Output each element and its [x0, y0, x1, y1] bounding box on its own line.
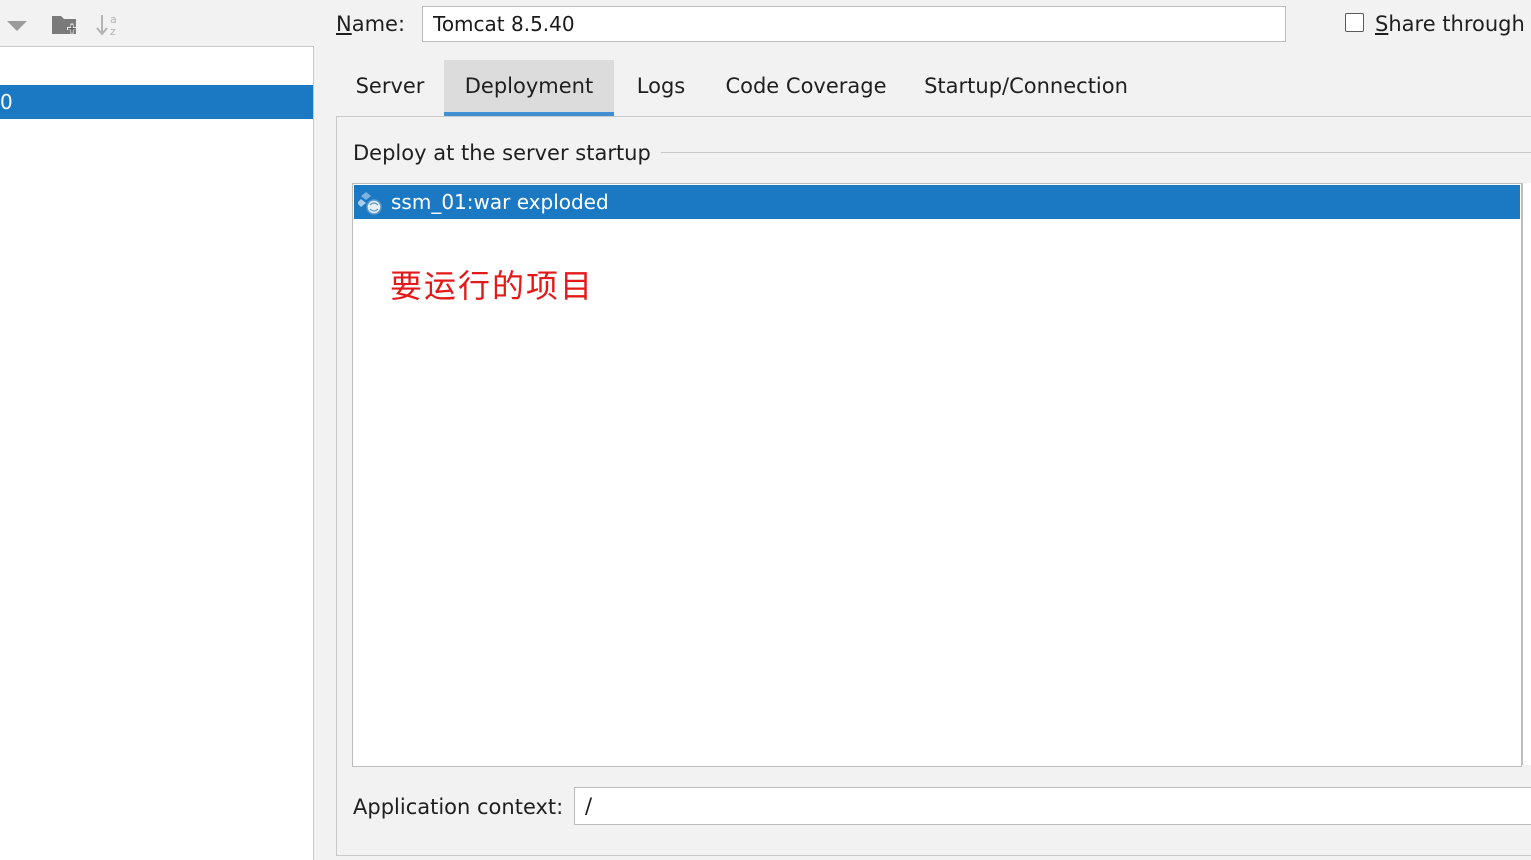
section-title: Deploy at the server startup [353, 139, 661, 167]
tree-item-label: 0 [0, 90, 13, 114]
tab-code-coverage[interactable]: Code Coverage [708, 60, 904, 116]
chevron-down-icon[interactable] [4, 10, 30, 38]
share-checkbox[interactable] [1345, 13, 1364, 32]
artifact-icon [358, 192, 382, 215]
share-label[interactable]: Share through V [1375, 10, 1531, 38]
deployment-panel: Deploy at the server startup ssm_01:war … [336, 116, 1531, 856]
list-item[interactable]: ssm_01:war exploded [354, 185, 1520, 219]
app-context-label: Application context: [353, 795, 564, 819]
tab-logs[interactable]: Logs [614, 60, 708, 116]
svg-text:z: z [110, 25, 116, 38]
name-input[interactable] [422, 6, 1286, 42]
folder-plus-icon[interactable] [50, 10, 80, 38]
section-divider [647, 152, 1531, 153]
list-side-toolbar [1522, 183, 1531, 765]
app-context-input[interactable] [574, 787, 1531, 825]
tree-item-selected[interactable]: 0 [0, 85, 313, 119]
tab-startup-connection[interactable]: Startup/Connection [904, 60, 1148, 116]
tab-deployment[interactable]: Deployment [444, 60, 614, 116]
list-item-label: ssm_01:war exploded [391, 190, 609, 214]
tab-server[interactable]: Server [336, 60, 444, 116]
annotation-text: 要运行的项目 [390, 267, 595, 305]
configuration-tree[interactable]: 0 [0, 46, 314, 860]
deploy-list[interactable]: ssm_01:war exploded 要运行的项目 [352, 183, 1522, 767]
name-label: Name: [336, 12, 406, 36]
sort-alpha-icon[interactable]: a z [94, 10, 124, 38]
left-toolbar: a z [0, 0, 314, 46]
run-configuration-dialog: a z 0 Name: Share through V Server Deplo… [0, 0, 1531, 860]
